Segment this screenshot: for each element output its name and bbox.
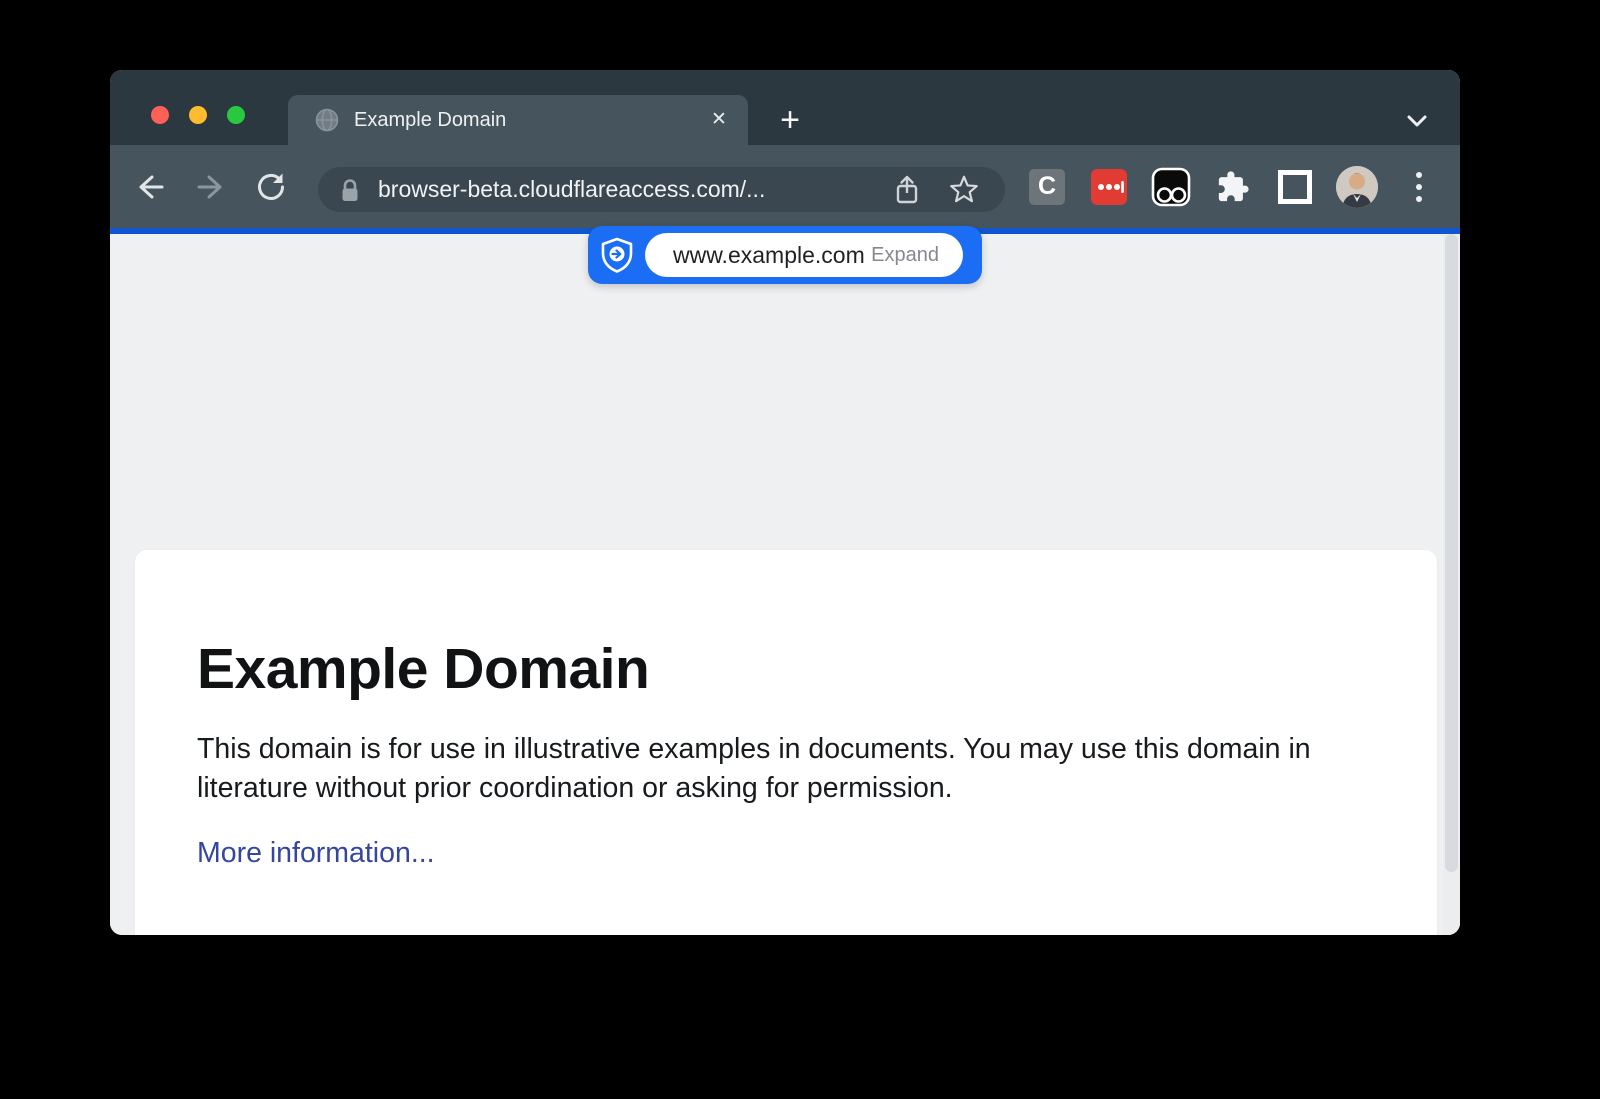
more-information-link[interactable]: More information... [197, 837, 435, 870]
avatar [1336, 166, 1378, 208]
browser-menu-button[interactable] [1397, 165, 1441, 209]
close-tab-icon[interactable]: ✕ [704, 105, 734, 135]
extensions-row: C [1025, 145, 1441, 228]
remote-domain-field[interactable]: www.example.com Expand [645, 233, 963, 277]
remote-domain-pill[interactable]: www.example.com Expand [588, 226, 982, 284]
forward-button[interactable] [189, 165, 233, 209]
page-paragraph: This domain is for use in illustrative e… [197, 730, 1347, 807]
page-viewport: Example Domain This domain is for use in… [110, 234, 1460, 935]
goggles-extension-icon [1151, 167, 1191, 207]
window-maximize-button[interactable] [227, 106, 245, 124]
lock-icon[interactable] [338, 177, 362, 203]
share-icon[interactable] [891, 173, 923, 207]
side-panel-icon [1278, 170, 1312, 204]
c-extension-button[interactable]: C [1025, 165, 1069, 209]
new-tab-button[interactable]: + [770, 101, 810, 141]
tab-example-domain[interactable]: Example Domain ✕ [288, 95, 748, 145]
puzzle-piece-icon [1216, 170, 1250, 204]
c-extension-icon: C [1029, 169, 1065, 205]
toolbar: browser-beta.cloudflareaccess.com/... C [110, 145, 1460, 228]
profile-button[interactable] [1335, 165, 1379, 209]
window-close-button[interactable] [151, 106, 169, 124]
remote-domain-text: www.example.com [673, 242, 865, 269]
browser-window: Example Domain ✕ + browser-beta.cloudfla… [110, 70, 1460, 935]
expand-button[interactable]: Expand [871, 244, 939, 267]
scrollbar-track[interactable] [1443, 234, 1460, 935]
tab-strip: Example Domain ✕ + [110, 70, 1460, 145]
extensions-puzzle-button[interactable] [1211, 165, 1255, 209]
tab-title: Example Domain [354, 109, 704, 132]
globe-favicon-icon [314, 107, 340, 133]
shield-arrow-icon [600, 237, 634, 273]
reload-button[interactable] [251, 165, 295, 209]
tab-search-chevron-icon[interactable] [1399, 103, 1435, 139]
window-minimize-button[interactable] [189, 106, 207, 124]
back-button[interactable] [128, 165, 172, 209]
bookmark-star-icon[interactable] [947, 173, 981, 207]
url-text: browser-beta.cloudflareaccess.com/... [378, 176, 765, 203]
page-heading: Example Domain [197, 636, 1437, 702]
scrollbar-thumb[interactable] [1445, 234, 1458, 872]
password-manager-extension-button[interactable] [1087, 165, 1131, 209]
kebab-menu-icon [1414, 170, 1424, 204]
address-bar[interactable]: browser-beta.cloudflareaccess.com/... [318, 167, 1005, 212]
content-card: Example Domain This domain is for use in… [135, 550, 1437, 935]
password-manager-icon [1091, 169, 1127, 205]
side-panel-button[interactable] [1273, 165, 1317, 209]
goggles-extension-button[interactable] [1149, 165, 1193, 209]
